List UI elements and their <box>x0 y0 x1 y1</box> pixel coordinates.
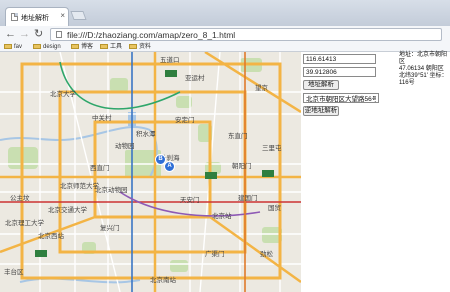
folder-icon <box>129 44 137 49</box>
map-label: 广渠门 <box>205 251 225 258</box>
result-output: 地址：北京市朝阳区 47.06134 朝阳区 北纬39°51' 坐标： 116号 <box>399 52 450 87</box>
marker-label: A <box>167 163 172 169</box>
map-label: 北京动物园 <box>95 187 128 194</box>
tab-strip: 地址解析 × <box>0 0 450 26</box>
map-label: 望京 <box>255 85 268 92</box>
bookmark-folder[interactable]: design <box>33 43 61 51</box>
folder-icon <box>100 44 108 49</box>
map-label: 积水潭 <box>136 131 156 138</box>
map-label: 五道口 <box>160 57 180 64</box>
back-arrow-icon[interactable]: ← <box>5 28 16 40</box>
bookmark-folder[interactable]: 资料 <box>129 43 151 51</box>
result-line: 116号 <box>399 80 415 86</box>
map-label: 丰台区 <box>4 269 24 276</box>
bookmark-folder[interactable]: 博客 <box>71 43 93 51</box>
map-label: 西直门 <box>90 165 110 172</box>
map-label: 朝阳门 <box>232 163 252 170</box>
map-label: 公主坟 <box>10 195 30 202</box>
page-icon <box>11 13 18 21</box>
map-label: 北京交通大学 <box>48 207 87 214</box>
map-label: 天安门 <box>180 197 200 204</box>
bookmark-label: 资料 <box>139 44 152 50</box>
tab-active[interactable]: 地址解析 × <box>5 7 69 26</box>
map-label: 北京大学 <box>50 91 76 98</box>
address-input[interactable] <box>303 93 379 103</box>
map-label: 北京南站 <box>150 277 176 284</box>
map-label: 东直门 <box>228 133 248 140</box>
map-label: 建国门 <box>238 195 258 202</box>
map-label: 三里屯 <box>262 145 282 152</box>
bookmark-label: 工具 <box>110 44 123 50</box>
result-line: 47.06134 朝阳区 <box>399 66 444 72</box>
folder-icon <box>71 44 79 49</box>
close-icon[interactable]: × <box>60 11 65 20</box>
bookmarks-bar: fav design 博客 工具 资料 <box>0 43 450 52</box>
bookmark-label: design <box>43 44 61 50</box>
longitude-input[interactable] <box>303 54 376 64</box>
map-label: 复兴门 <box>100 225 120 232</box>
bookmark-folder[interactable]: fav <box>4 43 22 51</box>
map-label: 国贸 <box>268 205 281 212</box>
map-label: 亚运村 <box>185 75 205 82</box>
address-bar[interactable]: file:///D:/zhaoziang.com/amap/zero_8_1.h… <box>50 28 442 41</box>
reverse-geocode-button[interactable]: 逆地址解析 <box>303 106 339 116</box>
geocode-button[interactable]: 地址解析 <box>303 80 339 90</box>
geocode-panel: 地址解析 逆地址解析 地址：北京市朝阳区 47.06134 朝阳区 北纬39°5… <box>301 52 450 292</box>
map-label: 北京理工大学 <box>5 220 44 227</box>
tab-title: 地址解析 <box>21 15 49 22</box>
reload-icon[interactable]: ↻ <box>34 28 43 40</box>
marker-label: B <box>158 156 163 162</box>
page-icon <box>56 31 62 38</box>
folder-icon <box>4 44 12 49</box>
bookmark-folder[interactable]: 工具 <box>100 43 122 51</box>
map-label: 北京站 <box>212 213 232 220</box>
toolbar: ← → ↻ file:///D:/zhaoziang.com/amap/zero… <box>0 26 450 43</box>
folder-icon <box>33 44 41 49</box>
marker-a[interactable]: A <box>164 161 175 172</box>
map-label: 北京师范大学 <box>60 183 99 190</box>
map-label: 劲松 <box>260 251 273 258</box>
new-tab-button[interactable] <box>70 11 87 20</box>
forward-arrow-icon[interactable]: → <box>19 28 30 40</box>
map-label: 动物园 <box>115 143 135 150</box>
result-line: 北纬39°51' 坐标： <box>399 73 448 79</box>
map-label: 北京西站 <box>38 233 64 240</box>
bookmark-label: 博客 <box>81 44 94 50</box>
map-view[interactable]: 五道口 中关村 北京大学 北京理工大学 北京师范大学 动物园 北京动物园 积水潭… <box>0 52 301 292</box>
url-text[interactable]: file:///D:/zhaoziang.com/amap/zero_8_1.h… <box>67 30 235 40</box>
latitude-input[interactable] <box>303 67 376 77</box>
map-label: 安定门 <box>175 117 195 124</box>
map-label: 中关村 <box>92 115 112 122</box>
result-line: 地址：北京市朝阳区 <box>399 52 448 65</box>
bookmark-label: fav <box>14 44 23 50</box>
